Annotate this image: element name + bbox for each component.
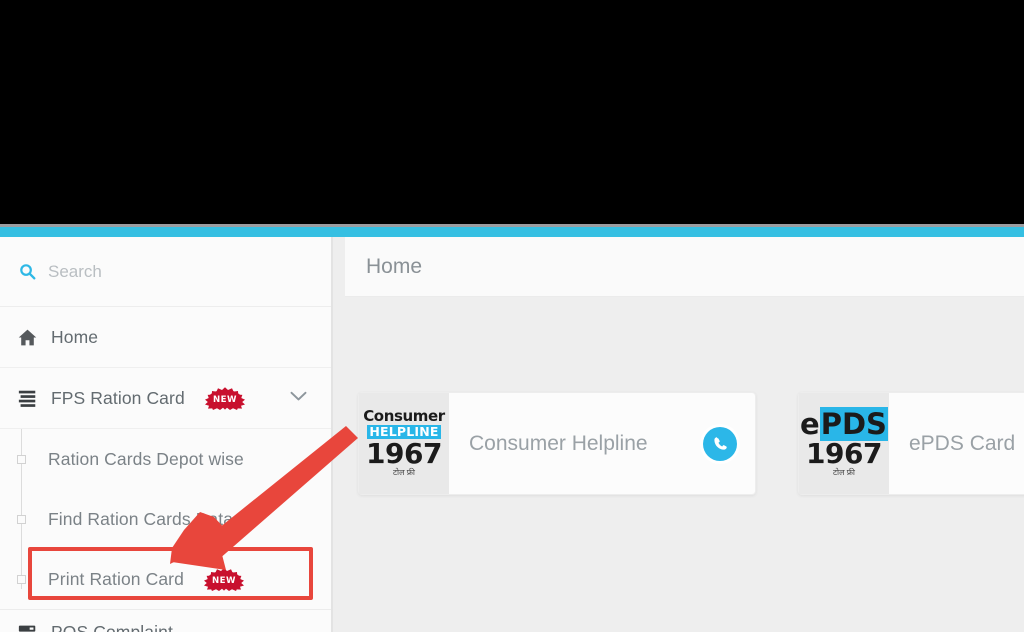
main-content: Home Consumer HELPLINE 1967 टोल फ्री Con… — [333, 237, 1024, 632]
logo-prefix: e — [800, 406, 820, 441]
card-title: Consumer Helpline — [469, 431, 648, 455]
sidebar-item-label: FPS Ration Card — [51, 387, 185, 408]
sidebar-subitem-label: Find Ration Cards Data — [48, 508, 234, 529]
card-consumer-helpline[interactable]: Consumer HELPLINE 1967 टोल फ्री Consumer… — [358, 392, 756, 495]
card-epds[interactable]: ePDS 1967 टोल फ्री ePDS Card — [798, 392, 1024, 495]
logo-number: 1967 — [366, 437, 442, 471]
sidebar: Home FPS Ration Card — [0, 237, 333, 632]
letterbox-top — [0, 0, 1024, 226]
logo-line1: Consumer — [363, 406, 445, 425]
chevron-down-icon[interactable] — [290, 389, 307, 407]
sidebar-item-home[interactable]: Home — [0, 307, 333, 368]
logo-wordmark: ePDS — [800, 406, 888, 441]
app-frame: Home FPS Ration Card — [0, 237, 1024, 632]
epds-logo: ePDS 1967 टोल फ्री — [799, 393, 889, 494]
list-icon — [12, 389, 42, 408]
sidebar-search-row[interactable] — [0, 237, 333, 307]
breadcrumb: Home — [366, 254, 423, 278]
sidebar-item-label: Home — [51, 326, 99, 347]
new-badge: NEW — [197, 386, 253, 410]
svg-text:NEW: NEW — [213, 395, 237, 405]
breadcrumb-bar: Home — [345, 237, 1024, 297]
accent-top-bar — [0, 227, 1024, 237]
sidebar-submenu: Ration Cards Depot wise Find Ration Card… — [0, 429, 333, 609]
screenshot-root: Home FPS Ration Card — [0, 0, 1024, 632]
logo-hindi-text: टोल फ्री — [393, 468, 415, 478]
tree-node-marker — [17, 455, 26, 464]
consumer-helpline-logo: Consumer HELPLINE 1967 टोल फ्री — [359, 393, 449, 494]
logo-highlight: PDS — [819, 406, 888, 441]
svg-text:NEW: NEW — [212, 576, 236, 586]
tree-node-marker — [17, 515, 26, 524]
new-badge: NEW — [196, 567, 252, 591]
sidebar-subitem-find-ration-cards-data[interactable]: Find Ration Cards Data — [0, 489, 333, 549]
sidebar-item-fps-ration-card[interactable]: FPS Ration Card NEW — [0, 368, 333, 429]
sidebar-item-pos-complaint[interactable]: POS Complaint — [0, 609, 333, 632]
sidebar-subitem-label: Print Ration Card — [48, 568, 184, 589]
search-icon — [14, 263, 40, 280]
sidebar-subitem-print-ration-card[interactable]: Print Ration Card NEW — [0, 549, 333, 609]
logo-number: 1967 — [806, 436, 882, 470]
logo-hindi-text: टोल फ्री — [833, 467, 855, 477]
sidebar-item-label: POS Complaint — [51, 621, 173, 632]
home-icon — [12, 327, 42, 348]
sidebar-subitem-label: Ration Cards Depot wise — [48, 448, 244, 469]
server-icon — [12, 623, 42, 632]
card-title: ePDS Card — [909, 431, 1016, 455]
search-input[interactable] — [48, 261, 248, 282]
phone-icon[interactable] — [703, 426, 737, 461]
tree-node-marker — [17, 575, 26, 584]
sidebar-subitem-ration-cards-depot-wise[interactable]: Ration Cards Depot wise — [0, 429, 333, 489]
card-grid: Consumer HELPLINE 1967 टोल फ्री Consumer… — [333, 297, 1024, 632]
